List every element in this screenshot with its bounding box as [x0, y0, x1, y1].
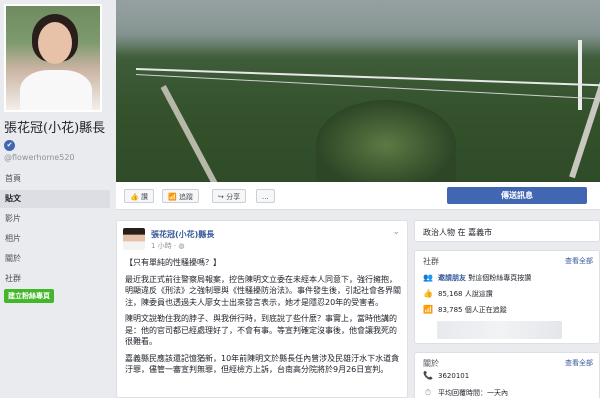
community-see-all-link[interactable]: 查看全部: [565, 256, 593, 266]
share-icon: ↪: [218, 193, 224, 201]
invite-friends-link[interactable]: 邀請朋友: [438, 274, 466, 282]
globe-icon: · ◍: [173, 242, 185, 250]
page-category[interactable]: 政治人物 在 嘉義市: [423, 227, 492, 238]
follow-button[interactable]: 📶 追蹤: [162, 189, 199, 203]
like-label: 讚: [140, 193, 148, 201]
share-button[interactable]: ↪ 分享: [212, 189, 247, 203]
category-card: 政治人物 在 嘉義市: [414, 220, 600, 242]
post-card: 張花冠(小花)縣長 1 小時 · ◍ ⌄ 【只有單純的性騷擾嗎？】 最近我正式前…: [116, 220, 408, 398]
invite-friends-icon: 👥: [423, 273, 433, 282]
follow-rss-icon: 📶: [423, 305, 433, 314]
post-paragraph: 【只有單純的性騷擾嗎？】: [125, 258, 221, 267]
left-column: 張花冠(小花)縣長 ✔ @flowerhome520 首頁 貼文 影片 相片 關…: [0, 0, 110, 398]
follows-count: 83,785 個人正在追蹤: [438, 306, 507, 314]
post-options-chevron-icon[interactable]: ⌄: [392, 227, 400, 237]
clock-icon: ⏱: [424, 388, 432, 397]
cover-tower: [578, 40, 582, 110]
post-time-text: 1 小時: [151, 242, 172, 250]
post-paragraph: 嘉義縣民應該還記憶猶新，10年前陳明文於縣長任內曾涉及民雄汙水下水道貪汙罪，儘管…: [125, 353, 400, 375]
response-time: 平均回覆時間：一天內: [438, 389, 508, 397]
post-timestamp[interactable]: 1 小時 · ◍: [151, 241, 184, 251]
nav-item-community[interactable]: 社群: [0, 270, 110, 288]
like-icon: 👍: [130, 193, 139, 201]
profile-body-shape: [20, 70, 92, 110]
nav-item-about[interactable]: 關於: [0, 250, 110, 268]
likes-count-row: 👍 85,168 人說這讚: [423, 289, 493, 299]
nav-item-posts[interactable]: 貼文: [0, 190, 110, 208]
community-card: 社群 查看全部 👥 邀請朋友 對這個粉絲專頁按讚 👍 85,168 人說這讚 📶 83…: [414, 250, 600, 344]
page-nav: 首頁 貼文 影片 相片 關於 社群: [0, 170, 110, 290]
nav-item-home[interactable]: 首頁: [0, 170, 110, 188]
profile-face-shape: [38, 22, 72, 64]
send-message-button[interactable]: 傳送訊息: [447, 187, 587, 204]
profile-picture[interactable]: [4, 4, 102, 112]
post-paragraph: 最近我正式前往警察局報案，控告陳明文立委在未經本人同意下，強行擁抱，明顯違反《刑…: [125, 274, 401, 307]
verified-badge-icon: ✔: [4, 140, 15, 151]
cover-valley: [316, 100, 456, 182]
page-action-bar: 👍 讚 📶 追蹤 ↪ 分享 ... 傳送訊息: [116, 182, 600, 210]
post-paragraph: 陳明文說勒住我的脖子、與我併行時，到底說了些什麼？事實上，當時他講的是：他的官司…: [125, 314, 397, 346]
about-card: 關於 查看全部 📞 3620101 ⏱ 平均回覆時間：一天內: [414, 352, 600, 398]
about-heading: 關於: [423, 359, 439, 368]
like-button[interactable]: 👍 讚: [124, 189, 154, 203]
post-author-avatar[interactable]: [123, 228, 145, 250]
follow-icon: 📶: [168, 193, 177, 201]
page-name-text: 張花冠(小花)縣長: [4, 121, 106, 136]
about-see-all-link[interactable]: 查看全部: [565, 358, 593, 368]
invite-friends-row: 👥 邀請朋友 對這個粉絲專頁按讚: [423, 273, 531, 283]
nav-item-videos[interactable]: 影片: [0, 210, 110, 228]
cover-photo[interactable]: [116, 0, 600, 182]
page-title[interactable]: 張花冠(小花)縣長 ✔: [4, 120, 110, 154]
thumbs-up-icon: 👍: [423, 289, 433, 298]
cover-mist: [116, 0, 600, 60]
create-page-button[interactable]: 建立粉絲專頁: [4, 289, 54, 303]
nav-item-photos[interactable]: 相片: [0, 230, 110, 248]
phone-row: 📞 3620101: [423, 371, 469, 381]
phone-number[interactable]: 3620101: [438, 372, 469, 380]
response-time-row: ⏱ 平均回覆時間：一天內: [423, 388, 508, 398]
post-body: 【只有單純的性騷擾嗎？】 最近我正式前往警察局報案，控告陳明文立委在未經本人同意…: [125, 257, 401, 381]
page-handle[interactable]: @flowerhome520: [4, 153, 75, 162]
invite-friends-text: 對這個粉絲專頁按讚: [468, 274, 532, 282]
more-button[interactable]: ...: [256, 189, 275, 203]
post-author-name[interactable]: 張花冠(小花)縣長: [151, 229, 214, 240]
share-label: 分享: [226, 193, 241, 201]
phone-icon: 📞: [423, 371, 433, 380]
follows-count-row: 📶 83,785 個人正在追蹤: [423, 305, 507, 315]
community-heading: 社群: [423, 257, 439, 266]
blurred-friends-preview: [437, 321, 562, 339]
cover-road-right: [569, 71, 600, 179]
likes-count: 85,168 人說這讚: [438, 290, 493, 298]
follow-label: 追蹤: [178, 193, 193, 201]
cover-road-left: [160, 85, 218, 182]
